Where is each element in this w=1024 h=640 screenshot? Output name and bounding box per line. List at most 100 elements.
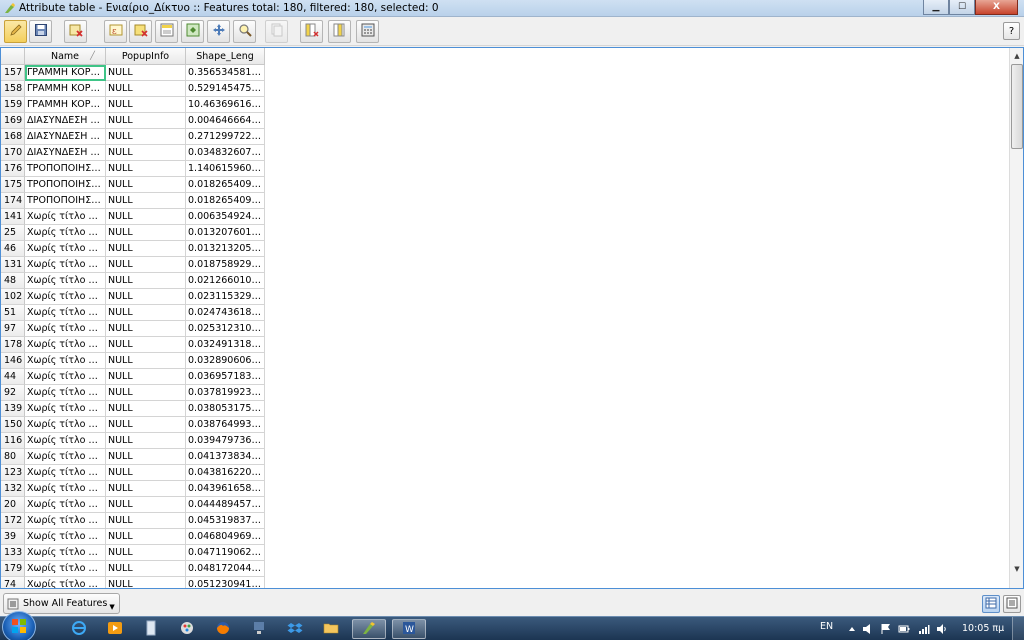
table-row[interactable]: 48Χωρίς τίτλο Διαδ...NULL0.02126601036 [1,273,265,289]
cell-popupinfo[interactable]: NULL [106,193,186,209]
row-header[interactable]: 159 [1,97,25,113]
cell-shape-leng[interactable]: 0.02126601036 [186,273,265,289]
cell-name[interactable]: Χωρίς τίτλο Διαδ... [25,385,106,401]
cell-name[interactable]: ΓΡΑΜΜΗ ΚΟΡΜΟΣ [25,81,106,97]
cell-shape-leng[interactable]: 0.03805317577 [186,401,265,417]
cell-popupinfo[interactable]: NULL [106,129,186,145]
cell-popupinfo[interactable]: NULL [106,161,186,177]
cell-popupinfo[interactable]: NULL [106,481,186,497]
vertical-scrollbar[interactable]: ▲ ▼ [1009,48,1023,588]
delete-selected-button[interactable] [64,20,87,43]
cell-name[interactable]: Χωρίς τίτλο Διαδ... [25,433,106,449]
maximize-button[interactable]: ☐ [949,0,975,15]
column-header-popupinfo[interactable]: PopupInfo [106,48,186,65]
cell-name[interactable]: Χωρίς τίτλο Διαδ... [25,241,106,257]
cell-name[interactable]: Χωρίς τίτλο Διαδ... [25,273,106,289]
table-row[interactable]: 92Χωρίς τίτλο Διαδ...NULL0.03781992319 [1,385,265,401]
table-row[interactable]: 174ΤΡΟΠΟΠΟΙΗΣΗ Γ...NULL0.01826540932 [1,193,265,209]
cell-shape-leng[interactable]: 0.01321320561 [186,241,265,257]
cell-shape-leng[interactable]: 0.01875892996 [186,257,265,273]
cell-shape-leng[interactable]: 0.03781992319 [186,385,265,401]
cell-shape-leng[interactable]: 0.04817204438 [186,561,265,577]
table-row[interactable]: 175ΤΡΟΠΟΠΟΙΗΣΗ Γ...NULL0.01826540932 [1,177,265,193]
cell-shape-leng[interactable]: 0.00635492441 [186,209,265,225]
cell-shape-leng[interactable]: 0.27129972238 [186,129,265,145]
cell-name[interactable]: Χωρίς τίτλο Διαδ... [25,545,106,561]
cell-popupinfo[interactable]: NULL [106,289,186,305]
cell-shape-leng[interactable]: 0.05123094144 [186,577,265,588]
cell-popupinfo[interactable]: NULL [106,113,186,129]
cell-popupinfo[interactable]: NULL [106,81,186,97]
cell-name[interactable]: Χωρίς τίτλο Διαδ... [25,497,106,513]
taskbar-clock[interactable]: 10:05 πμ [962,623,1004,634]
taskbar-network[interactable] [242,619,276,639]
cell-popupinfo[interactable]: NULL [106,209,186,225]
cell-name[interactable]: Χωρίς τίτλο Διαδ... [25,449,106,465]
table-row[interactable]: 169 ΔΙΑΣΥΝΔΕΣΗ ΖΗ... NULL 0.00464666447 [1,113,265,129]
scroll-down-icon[interactable]: ▼ [1011,562,1023,576]
row-header[interactable]: 132 [1,481,25,497]
cell-name[interactable]: Χωρίς τίτλο Διαδ... [25,353,106,369]
cell-shape-leng[interactable]: 0.03695718337 [186,369,265,385]
volume-icon[interactable] [936,623,948,635]
cell-name[interactable]: Χωρίς τίτλο Διαδ... [25,481,106,497]
cell-shape-leng[interactable]: 0.03249131818 [186,337,265,353]
select-by-expression-button[interactable]: ε [104,20,127,43]
language-indicator[interactable]: EN [820,621,833,632]
cell-shape-leng[interactable]: 0.52914547515 [186,81,265,97]
cell-popupinfo[interactable]: NULL [106,241,186,257]
cell-name[interactable]: Χωρίς τίτλο Διαδ... [25,513,106,529]
cell-popupinfo[interactable]: NULL [106,513,186,529]
cell-popupinfo[interactable]: NULL [106,353,186,369]
taskbar-paint[interactable] [170,619,204,639]
unselect-all-button[interactable] [129,20,152,43]
move-selection-to-top-button[interactable] [155,20,178,43]
table-row[interactable]: 141Χωρίς τίτλο Διαδ...NULL0.00635492441 [1,209,265,225]
cell-popupinfo[interactable]: NULL [106,529,186,545]
new-column-button[interactable] [300,20,323,43]
invert-selection-button[interactable] [181,20,204,43]
cell-popupinfo[interactable]: NULL [106,417,186,433]
cell-shape-leng[interactable]: 0.35653458119 [186,65,265,81]
cell-shape-leng[interactable]: 0.03876499340 [186,417,265,433]
row-header[interactable]: 169 [1,113,25,129]
zoom-map-to-selected-button[interactable] [233,20,256,43]
cell-name[interactable]: Χωρίς τίτλο Διαδ... [25,369,106,385]
cell-name[interactable]: Χωρίς τίτλο Διαδ... [25,225,106,241]
cell-popupinfo[interactable]: NULL [106,305,186,321]
cell-popupinfo[interactable]: NULL [106,257,186,273]
cell-name[interactable]: ΔΙΑΣΥΝΔΕΣΗ ΠΑ... [25,145,106,161]
cell-shape-leng[interactable]: 0.04531983760 [186,513,265,529]
row-header[interactable]: 131 [1,257,25,273]
cell-shape-leng[interactable]: 0.01826540932 [186,177,265,193]
cell-name[interactable]: ΤΡΟΠΟΠΟΙΗΣΗ Γ... [25,177,106,193]
close-button[interactable]: X [975,0,1018,15]
taskbar-document[interactable] [134,619,168,639]
row-header[interactable]: 146 [1,353,25,369]
battery-icon[interactable] [898,623,910,635]
cell-name[interactable]: Χωρίς τίτλο Διαδ... [25,401,106,417]
taskbar-dropbox[interactable] [278,619,312,639]
cell-name[interactable]: Χωρίς τίτλο Διαδ... [25,305,106,321]
cell-popupinfo[interactable]: NULL [106,321,186,337]
cell-shape-leng[interactable]: 0.04680496945 [186,529,265,545]
row-header[interactable]: 80 [1,449,25,465]
save-edits-button[interactable] [29,20,52,43]
help-button[interactable]: ? [1003,22,1020,40]
table-row[interactable]: 131Χωρίς τίτλο Διαδ...NULL0.01875892996 [1,257,265,273]
taskbar-qgis[interactable] [352,619,386,639]
cell-name[interactable]: Χωρίς τίτλο Διαδ... [25,417,106,433]
cell-name[interactable]: ΤΡΟΠΟΠΟΙΗΣΗ Γ... [25,161,106,177]
table-row[interactable]: 170 ΔΙΑΣΥΝΔΕΣΗ ΠΑ... NULL 0.03483260781 [1,145,265,161]
cell-popupinfo[interactable]: NULL [106,449,186,465]
taskbar-internet-explorer[interactable] [62,619,96,639]
cell-shape-leng[interactable]: 0.03483260781 [186,145,265,161]
taskbar-folder[interactable] [314,619,348,639]
taskbar-word[interactable]: W [392,619,426,639]
cell-shape-leng[interactable]: 0.04711906249 [186,545,265,561]
toggle-editing-button[interactable] [4,20,27,43]
table-row[interactable]: 132Χωρίς τίτλο Διαδ...NULL0.04396165845 [1,481,265,497]
table-row[interactable]: 158 ΓΡΑΜΜΗ ΚΟΡΜΟΣ NULL 0.52914547515 [1,81,265,97]
cell-popupinfo[interactable]: NULL [106,369,186,385]
cell-shape-leng[interactable]: 0.03947973664 [186,433,265,449]
